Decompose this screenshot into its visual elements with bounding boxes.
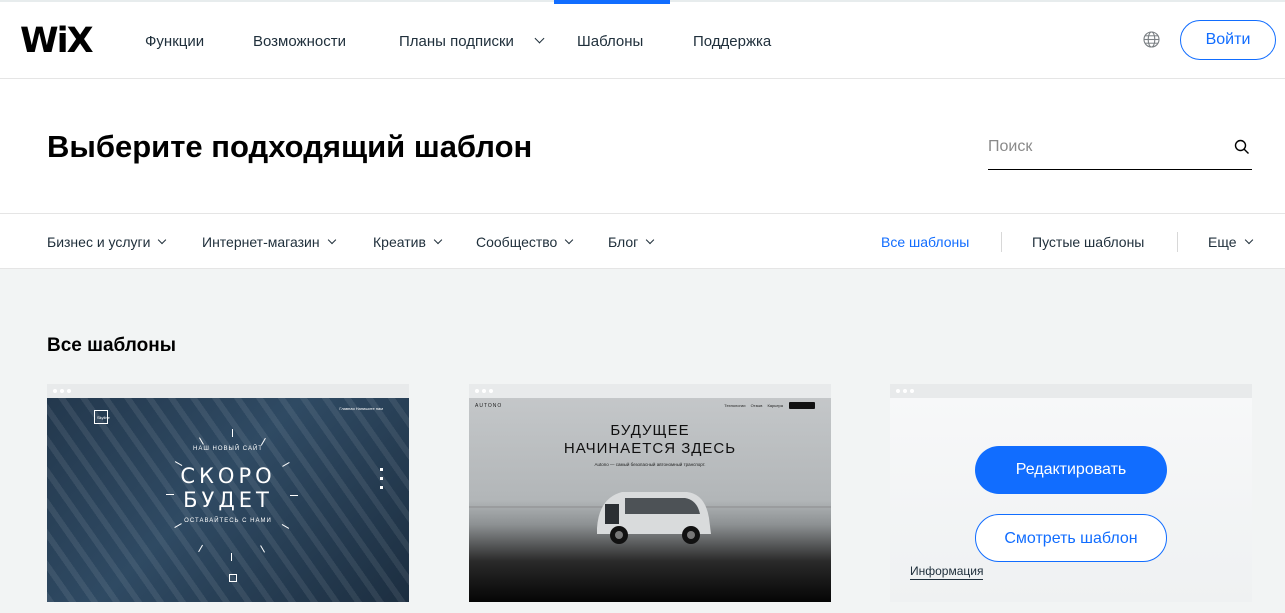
template-menu: Главная Напишите нам: [339, 406, 383, 411]
wix-logo[interactable]: WiX: [20, 22, 94, 60]
info-icon: [229, 574, 237, 582]
divider: [1177, 232, 1178, 252]
category-more[interactable]: Еще: [1208, 234, 1253, 250]
plans-chevron-down-icon[interactable]: [534, 33, 545, 44]
category-blank-templates[interactable]: Пустые шаблоны: [1032, 234, 1144, 250]
template-kicker: НАШ НОВЫЙ САЙТ: [193, 446, 263, 452]
category-label: Блог: [608, 234, 639, 250]
page-title: Выберите подходящий шаблон: [47, 129, 533, 164]
browser-chrome: [890, 384, 1252, 398]
category-label: Интернет-магазин: [202, 234, 320, 250]
search-icon[interactable]: [1234, 139, 1250, 155]
section-title: Все шаблоны: [47, 335, 176, 356]
template-card-hovered[interactable]: Редактировать Смотреть шаблон Информация: [890, 384, 1252, 602]
chevron-down-icon: [565, 235, 574, 245]
chevron-down-icon: [158, 235, 167, 245]
edit-button[interactable]: Редактировать: [975, 446, 1167, 494]
nav-item-support[interactable]: Поддержка: [693, 33, 771, 51]
divider: [1001, 232, 1002, 252]
category-community[interactable]: Сообщество: [476, 234, 574, 250]
category-bar: Бизнес и услуги Интернет-магазин Креатив…: [0, 213, 1285, 269]
chevron-down-icon: [327, 235, 336, 245]
chevron-down-icon: [433, 235, 443, 245]
autonomous-car-image: [597, 492, 711, 544]
nav-item-plans[interactable]: Планы подписки: [399, 33, 514, 51]
template-preview[interactable]: AUTONO Технологии Отзыв Карьера БУДУЩЕЕ …: [469, 398, 831, 602]
active-tab-indicator: [554, 0, 670, 4]
template-heading-line2: НАЧИНАЕТСЯ ЗДЕСЬ: [563, 440, 737, 457]
window-dots: [53, 389, 71, 393]
template-gallery: Все шаблоны Skyline Главная Напишите нам: [0, 269, 1285, 613]
template-card-coming-soon[interactable]: Skyline Главная Напишите нам НАШ НОВЫЙ С…: [47, 384, 409, 602]
category-creative[interactable]: Креатив: [373, 234, 443, 250]
nav-item-features[interactable]: Функции: [145, 33, 204, 51]
browser-chrome: [469, 384, 831, 398]
template-links: Технологии Отзыв Карьера: [724, 403, 783, 408]
nav-item-templates[interactable]: Шаблоны: [577, 33, 643, 51]
category-blog[interactable]: Блог: [608, 234, 655, 250]
template-preview[interactable]: Редактировать Смотреть шаблон Информация: [890, 398, 1252, 602]
category-label: Еще: [1208, 234, 1237, 250]
social-icons: [380, 468, 383, 489]
template-brand: AUTONO: [475, 403, 503, 409]
category-label: Креатив: [373, 234, 426, 250]
login-button[interactable]: Войти: [1180, 20, 1276, 60]
nav-item-capabilities[interactable]: Возможности: [253, 33, 346, 51]
category-online-store[interactable]: Интернет-магазин: [202, 234, 336, 250]
template-heading-line2: БУДЕТ: [183, 488, 273, 512]
top-navigation: WiX Функции Возможности Планы подписки Ш…: [0, 0, 1285, 79]
info-link[interactable]: Информация: [910, 564, 984, 580]
template-brand: Skyline: [97, 415, 110, 420]
template-subtitle: Autono — самый безопасный автономный тра…: [594, 462, 706, 467]
search-field[interactable]: Поиск: [988, 130, 1252, 170]
chevron-down-icon: [1244, 235, 1253, 245]
template-header: AUTONO Технологии Отзыв Карьера: [469, 398, 831, 414]
template-heading-line1: БУДУЩЕЕ: [610, 422, 690, 439]
template-caption: ОСТАВАЙТЕСЬ С НАМИ: [184, 518, 272, 524]
chevron-down-icon: [646, 235, 655, 245]
window-dots: [896, 389, 914, 393]
template-cta-pill: [789, 402, 815, 409]
category-business[interactable]: Бизнес и услуги: [47, 234, 167, 250]
template-preview[interactable]: Skyline Главная Напишите нам НАШ НОВЫЙ С…: [47, 398, 409, 602]
globe-icon[interactable]: [1143, 31, 1160, 48]
category-label: Бизнес и услуги: [47, 234, 151, 250]
view-template-button[interactable]: Смотреть шаблон: [975, 514, 1167, 562]
category-label: Сообщество: [476, 234, 558, 250]
browser-chrome: [47, 384, 409, 398]
template-heading-line1: СКОРО: [180, 464, 276, 488]
template-card-autono[interactable]: AUTONO Технологии Отзыв Карьера БУДУЩЕЕ …: [469, 384, 831, 602]
window-dots: [475, 389, 493, 393]
category-all-templates[interactable]: Все шаблоны: [881, 234, 969, 250]
search-placeholder[interactable]: Поиск: [988, 138, 1032, 156]
